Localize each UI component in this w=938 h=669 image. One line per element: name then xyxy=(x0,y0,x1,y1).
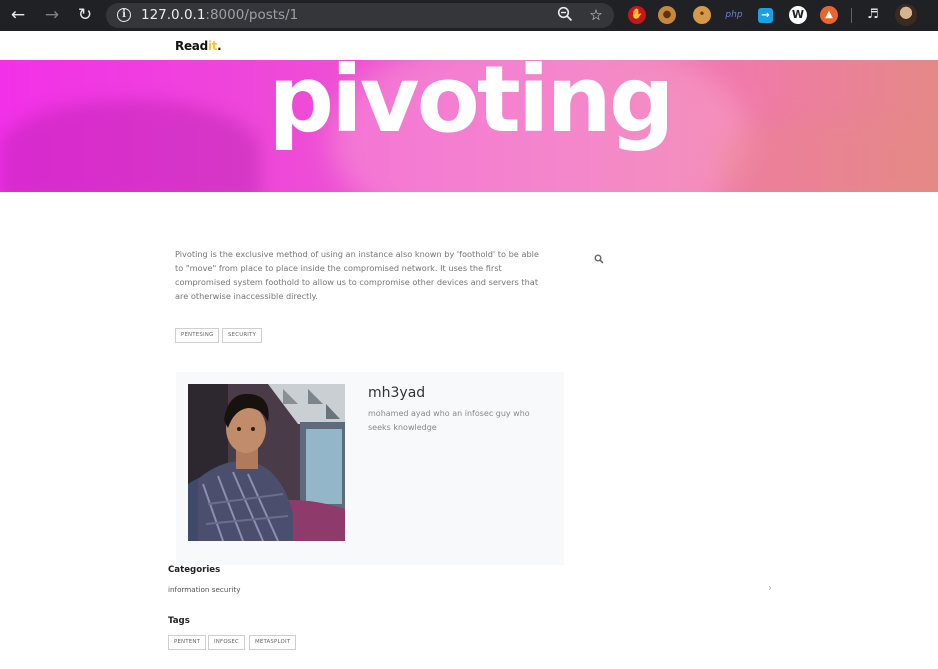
php-icon[interactable]: php xyxy=(723,6,745,24)
back-icon[interactable]: ← xyxy=(7,4,29,26)
ublock-icon[interactable]: ✋ xyxy=(628,6,646,24)
chevron-right-icon[interactable]: › xyxy=(768,583,772,594)
author-card: mh3yad mohamed ayad who an infosec guy w… xyxy=(176,372,564,565)
cookie-editor-icon[interactable]: • xyxy=(693,6,711,24)
sidebar-tag[interactable]: INFOSEC xyxy=(208,635,245,650)
address-bar[interactable]: i 127.0.0.1:8000/posts/1 ☆ xyxy=(106,3,614,28)
post-tag[interactable]: PENTESING xyxy=(175,328,220,343)
profile-avatar[interactable] xyxy=(895,4,917,26)
post-body: Pivoting is the exclusive method of usin… xyxy=(175,249,539,301)
info-icon[interactable]: i xyxy=(117,8,131,22)
star-icon[interactable]: ☆ xyxy=(587,6,605,24)
wappalyzer-icon[interactable]: W xyxy=(789,6,807,24)
sidebar-tag[interactable]: PENTENT xyxy=(168,635,207,650)
author-bio: mohamed ayad who an infosec guy who seek… xyxy=(368,409,530,432)
media-icon[interactable]: ♬ xyxy=(864,6,882,24)
search-icon[interactable] xyxy=(594,249,604,264)
cookie-icon[interactable]: ● xyxy=(658,6,676,24)
url-text[interactable]: 127.0.0.1:8000/posts/1 xyxy=(141,7,298,23)
toolbar-divider xyxy=(851,8,852,23)
reload-icon[interactable]: ↻ xyxy=(74,4,96,26)
hackbar-icon[interactable]: ▲ xyxy=(820,6,838,24)
site-logo[interactable]: Readit. xyxy=(175,39,222,53)
sidebar-tag[interactable]: METASPLOIT xyxy=(249,635,297,650)
bookmark-icon[interactable]: → xyxy=(758,8,773,23)
category-link[interactable]: information security xyxy=(168,585,240,594)
post-tag[interactable]: SECURITY xyxy=(222,328,263,343)
categories-heading: Categories xyxy=(168,565,221,575)
zoom-icon[interactable] xyxy=(556,6,574,24)
hero-banner: pivoting xyxy=(0,60,938,192)
author-photo xyxy=(188,384,345,541)
post-title: pivoting xyxy=(268,60,674,153)
author-name[interactable]: mh3yad xyxy=(368,385,425,401)
browser-toolbar: ← → ↻ i 127.0.0.1:8000/posts/1 ☆ ✋ ● • p… xyxy=(0,0,938,31)
site-navbar: Readit. xyxy=(0,31,938,60)
forward-icon[interactable]: → xyxy=(41,4,63,26)
tags-heading: Tags xyxy=(168,616,190,626)
